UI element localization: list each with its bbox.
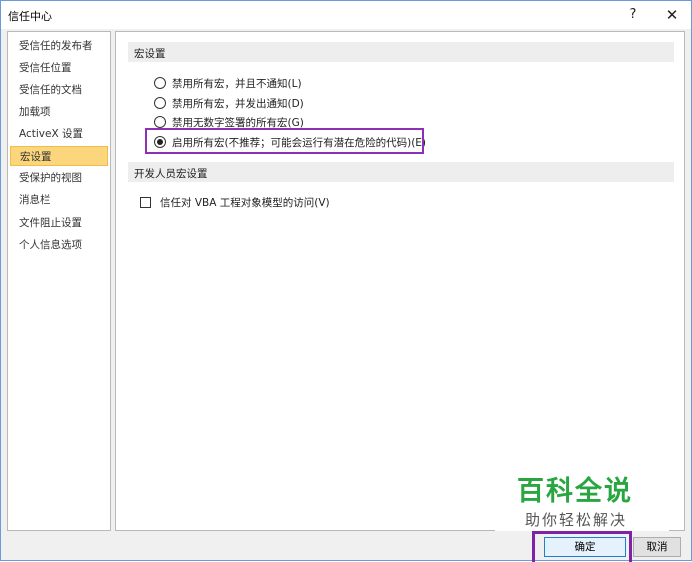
trust-center-dialog: 信任中心 ? ✕ 受信任的发布者 受信任位置 受信任的文档 加载项 Active… — [0, 0, 692, 562]
macro-settings-header: 宏设置 — [128, 42, 674, 62]
sidebar-item-macro-settings[interactable]: 宏设置 — [10, 146, 108, 166]
developer-settings-header: 开发人员宏设置 — [128, 162, 674, 182]
cancel-button[interactable]: 取消 — [633, 537, 681, 557]
section-title: 开发人员宏设置 — [134, 168, 208, 180]
sidebar-item-trusted-documents[interactable]: 受信任的文档 — [10, 80, 108, 100]
close-button[interactable]: ✕ — [658, 4, 686, 26]
macro-option-disable-with-notify[interactable]: 禁用所有宏，并发出通知(D) — [154, 95, 304, 111]
sidebar-item-add-ins[interactable]: 加载项 — [10, 102, 108, 122]
sidebar-item-trusted-publishers[interactable]: 受信任的发布者 — [10, 36, 108, 56]
category-sidebar: 受信任的发布者 受信任位置 受信任的文档 加载项 ActiveX 设置 宏设置 … — [7, 31, 111, 531]
option-label: 禁用所有宏，并且不通知(L) — [172, 77, 302, 90]
settings-panel: 宏设置 禁用所有宏，并且不通知(L) 禁用所有宏，并发出通知(D) 禁用无数字签… — [115, 31, 685, 531]
option-label: 信任对 VBA 工程对象模型的访问(V) — [160, 196, 330, 209]
sidebar-item-message-bar[interactable]: 消息栏 — [10, 190, 108, 210]
watermark-title: 百科全说 — [517, 476, 633, 507]
option-label: 禁用所有宏，并发出通知(D) — [172, 97, 304, 110]
vba-access-option[interactable]: 信任对 VBA 工程对象模型的访问(V) — [140, 194, 330, 210]
sidebar-item-protected-view[interactable]: 受保护的视图 — [10, 168, 108, 188]
watermark-subtitle: 助你轻松解决 — [525, 511, 628, 529]
title-bar: 信任中心 ? ✕ — [1, 1, 691, 29]
help-button[interactable]: ? — [619, 4, 647, 26]
macro-option-disable-no-notify[interactable]: 禁用所有宏，并且不通知(L) — [154, 75, 302, 91]
sidebar-item-file-block-settings[interactable]: 文件阻止设置 — [10, 213, 108, 233]
section-title: 宏设置 — [134, 48, 166, 60]
vba-access-checkbox[interactable] — [140, 196, 151, 208]
sidebar-item-activex-settings[interactable]: ActiveX 设置 — [10, 124, 108, 144]
watermark-logo: 百科全说 助你轻松解决 — [495, 467, 669, 531]
radio-button[interactable] — [154, 97, 166, 109]
annotation-highlight-box — [532, 531, 632, 562]
annotation-highlight-box — [145, 128, 424, 154]
dialog-title: 信任中心 — [8, 10, 52, 23]
radio-button[interactable] — [154, 116, 166, 128]
sidebar-item-trusted-locations[interactable]: 受信任位置 — [10, 58, 108, 78]
radio-button[interactable] — [154, 77, 166, 89]
sidebar-item-privacy-options[interactable]: 个人信息选项 — [10, 235, 108, 255]
